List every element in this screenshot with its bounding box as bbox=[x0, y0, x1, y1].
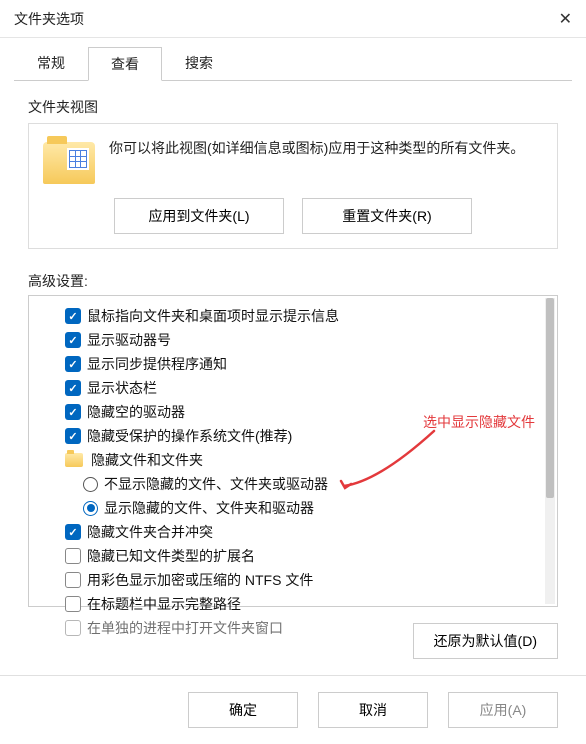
checkbox-icon[interactable] bbox=[65, 380, 81, 396]
checkbox-icon[interactable] bbox=[65, 356, 81, 372]
scrollbar-thumb[interactable] bbox=[546, 298, 554, 498]
cancel-button[interactable]: 取消 bbox=[318, 692, 428, 728]
tab-strip: 常规 查看 搜索 bbox=[0, 38, 586, 80]
folder-view-description: 你可以将此视图(如详细信息或图标)应用于这种类型的所有文件夹。 bbox=[109, 138, 543, 184]
titlebar: 文件夹选项 ✕ bbox=[0, 0, 586, 38]
ok-button[interactable]: 确定 bbox=[188, 692, 298, 728]
list-item[interactable]: 在标题栏中显示完整路径 bbox=[39, 592, 557, 616]
list-item[interactable]: 显示同步提供程序通知 bbox=[39, 352, 557, 376]
checkbox-icon[interactable] bbox=[65, 548, 81, 564]
radio-icon[interactable] bbox=[83, 501, 98, 516]
tab-general[interactable]: 常规 bbox=[14, 46, 88, 80]
folder-icon bbox=[65, 453, 83, 467]
list-item[interactable]: 显示状态栏 bbox=[39, 376, 557, 400]
radio-hide-hidden[interactable]: 不显示隐藏的文件、文件夹或驱动器 bbox=[39, 472, 557, 496]
radio-icon[interactable] bbox=[83, 477, 98, 492]
folder-view-box: 你可以将此视图(如详细信息或图标)应用于这种类型的所有文件夹。 应用到文件夹(L… bbox=[28, 123, 558, 249]
checkbox-icon[interactable] bbox=[65, 572, 81, 588]
advanced-settings-box: 鼠标指向文件夹和桌面项时显示提示信息 显示驱动器号 显示同步提供程序通知 显示状… bbox=[28, 295, 558, 607]
folder-view-section: 文件夹视图 你可以将此视图(如详细信息或图标)应用于这种类型的所有文件夹。 应用… bbox=[28, 97, 558, 249]
window-title: 文件夹选项 bbox=[14, 9, 532, 29]
checkbox-icon[interactable] bbox=[65, 308, 81, 324]
reset-folders-button[interactable]: 重置文件夹(R) bbox=[302, 198, 472, 234]
list-item[interactable]: 鼠标指向文件夹和桌面项时显示提示信息 bbox=[39, 304, 557, 328]
tab-view[interactable]: 查看 bbox=[88, 47, 162, 81]
checkbox-icon[interactable] bbox=[65, 620, 81, 636]
checkbox-icon[interactable] bbox=[65, 332, 81, 348]
annotation-text: 选中显示隐藏文件 bbox=[423, 412, 535, 432]
checkbox-icon[interactable] bbox=[65, 404, 81, 420]
folder-view-title: 文件夹视图 bbox=[28, 97, 558, 117]
apply-to-folders-button[interactable]: 应用到文件夹(L) bbox=[114, 198, 284, 234]
close-icon[interactable]: ✕ bbox=[532, 9, 572, 29]
list-item[interactable]: 隐藏文件夹合并冲突 bbox=[39, 520, 557, 544]
checkbox-icon[interactable] bbox=[65, 524, 81, 540]
checkbox-icon[interactable] bbox=[65, 596, 81, 612]
list-item-group[interactable]: 隐藏文件和文件夹 bbox=[39, 448, 557, 472]
tab-search[interactable]: 搜索 bbox=[162, 46, 236, 80]
list-item[interactable]: 在单独的进程中打开文件夹窗口 bbox=[39, 616, 557, 640]
radio-show-hidden[interactable]: 显示隐藏的文件、文件夹和驱动器 bbox=[39, 496, 557, 520]
folder-icon bbox=[43, 142, 95, 184]
dialog-footer: 确定 取消 应用(A) bbox=[0, 675, 586, 744]
advanced-label: 高级设置: bbox=[28, 271, 558, 291]
list-item[interactable]: 用彩色显示加密或压缩的 NTFS 文件 bbox=[39, 568, 557, 592]
apply-button[interactable]: 应用(A) bbox=[448, 692, 558, 728]
list-item[interactable]: 显示驱动器号 bbox=[39, 328, 557, 352]
checkbox-icon[interactable] bbox=[65, 428, 81, 444]
scrollbar[interactable] bbox=[545, 298, 555, 604]
list-item[interactable]: 隐藏已知文件类型的扩展名 bbox=[39, 544, 557, 568]
